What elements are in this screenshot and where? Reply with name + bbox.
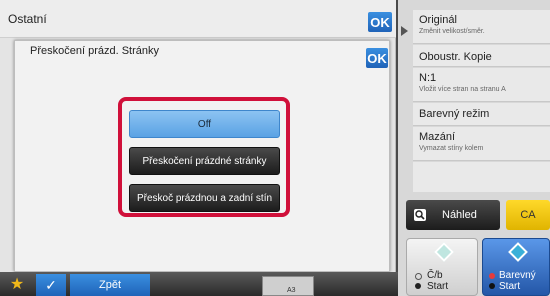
outer-title: Ostatní [8,12,47,26]
preview-label: Náhled [442,209,477,221]
ca-button[interactable]: CA [506,200,550,230]
right-panel-empty-area [413,162,550,192]
color-dot-filled-icon [489,283,495,289]
color-start-line1: Barevný [499,270,536,281]
bw-start-line2: Start [427,281,449,292]
bw-start-line1: Č/b [427,270,443,281]
outer-title-bar: Ostatní [0,0,396,38]
erase-label: Mazání [419,131,456,143]
color-start-line2: Start [499,281,521,292]
option-off[interactable]: Off [129,110,280,138]
original-settings-item[interactable]: Originál Změnit velikost/směr. [413,10,550,44]
dialog-title-bar: Přeskočení prázd. Stránky [22,42,390,64]
dialog-ok-button[interactable]: OK [366,48,388,68]
favorites-star-icon[interactable]: ★ [2,274,32,296]
color-diamond-icon [508,242,528,262]
bw-dot-icon [415,273,422,280]
color-dots-icon [489,273,495,279]
back-button[interactable]: Zpět [70,274,150,296]
back-label: Zpět [98,279,121,291]
dialog-title: Přeskočení prázd. Stránky [30,45,160,57]
erase-item[interactable]: Mazání Vymazat stíny kolem [413,127,550,161]
option-skip-blank-page[interactable]: Přeskočení prázdné stránky [129,147,280,175]
color-mode-label: Barevný režim [419,108,490,120]
bw-dot-filled-icon [415,283,421,289]
color-mode-item[interactable]: Barevný režim [413,103,550,126]
original-sub: Změnit velikost/směr. [419,28,485,35]
n-up-label: N:1 [419,72,437,84]
outer-ok-button[interactable]: OK [368,12,392,32]
duplex-copy-label: Oboustr. Kopie [419,51,492,63]
erase-sub: Vymazat stíny kolem [419,145,484,152]
n-up-item[interactable]: N:1 Vložit více stran na stranu A [413,68,550,102]
bw-diamond-icon [434,242,454,262]
preview-button[interactable]: Náhled [406,200,500,230]
ca-label: CA [520,209,536,221]
magnifier-icon [414,209,426,221]
option-skip-blank-and-back-shadow[interactable]: Přeskoč prázdnou a zadní stín [129,184,280,212]
paper-tray-indicator[interactable]: A3 [262,276,314,296]
right-panel-scroll-arrow[interactable] [401,26,408,36]
color-start-button[interactable]: Barevný Start [482,238,550,296]
original-label: Originál [419,14,457,26]
duplex-copy-item[interactable]: Oboustr. Kopie [413,45,550,67]
n-up-sub: Vložit více stran na stranu A [419,86,506,93]
bw-start-button[interactable]: Č/b Start [406,238,478,296]
checkmark-icon[interactable]: ✓ [36,274,66,296]
tray-size-label: A3 [287,287,296,294]
